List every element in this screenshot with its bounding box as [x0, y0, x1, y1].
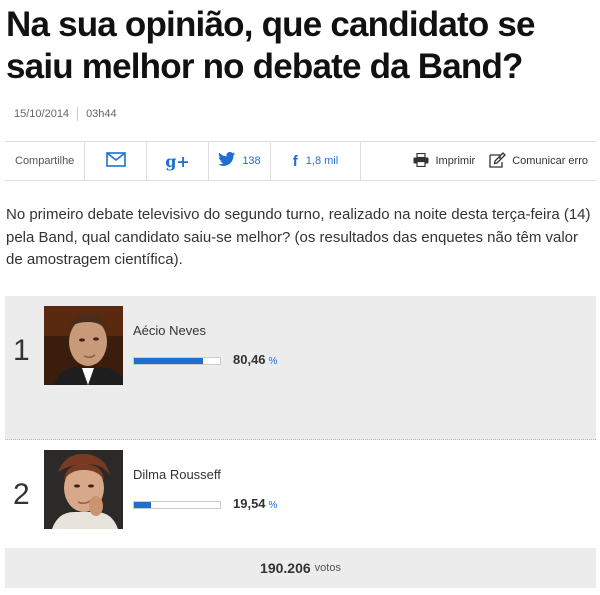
twitter-share-button[interactable]: 138 — [209, 142, 271, 180]
article-body: No primeiro debate televisivo do segundo… — [6, 206, 591, 268]
progress-bar — [133, 357, 221, 365]
article-time: 03h44 — [86, 108, 117, 120]
share-bar: Compartilhe g+ 138 f 1,8 mil Imprimir Co… — [5, 141, 596, 181]
report-error-label: Comunicar erro — [512, 155, 588, 167]
report-error-icon — [489, 151, 507, 171]
twitter-count: 138 — [242, 155, 261, 167]
report-error-button[interactable]: Comunicar erro — [489, 151, 588, 171]
google-plus-share-button[interactable]: g+ — [147, 142, 209, 180]
facebook-icon: f — [292, 152, 298, 170]
google-plus-icon: g+ — [165, 151, 190, 171]
candidate-percent: 80,46% — [233, 352, 277, 367]
percent-value: 19,54 — [233, 496, 266, 511]
candidate-name: Aécio Neves — [133, 323, 206, 338]
total-votes-label: votos — [314, 562, 341, 574]
article-meta: 15/10/2014 03h44 — [14, 107, 117, 121]
article-date: 15/10/2014 — [14, 108, 70, 120]
candidate-percent: 19,54% — [233, 496, 277, 511]
print-label: Imprimir — [435, 155, 476, 167]
poll-option[interactable]: 2 Dilma Rousseff 19,54% — [5, 440, 596, 548]
email-share-button[interactable] — [85, 142, 147, 180]
progress-bar — [133, 501, 221, 509]
percent-unit: % — [268, 500, 278, 511]
progress-bar-fill — [134, 358, 204, 364]
meta-divider — [77, 107, 79, 121]
percent-value: 80,46 — [233, 352, 266, 367]
facebook-count: 1,8 mil — [305, 155, 339, 167]
percent-unit: % — [268, 356, 278, 367]
printer-icon — [413, 152, 429, 170]
poll-rank: 2 — [13, 478, 30, 511]
facebook-share-button[interactable]: f 1,8 mil — [271, 142, 361, 180]
poll-total-votes: 190.206 votos — [5, 548, 596, 588]
candidate-photo — [44, 306, 123, 385]
progress-bar-fill — [134, 502, 151, 508]
candidate-photo — [44, 450, 123, 529]
email-icon — [105, 152, 126, 170]
poll-option[interactable]: 1 Aécio Neves 80,46% — [5, 296, 596, 440]
article-title: Na sua opinião, que candidato se saiu me… — [6, 5, 535, 86]
total-votes-count: 190.206 — [260, 560, 311, 576]
twitter-bird-icon — [218, 152, 236, 170]
poll-rank: 1 — [13, 334, 30, 367]
share-label: Compartilhe — [5, 142, 85, 180]
candidate-name: Dilma Rousseff — [133, 467, 221, 482]
print-button[interactable]: Imprimir — [413, 152, 476, 170]
